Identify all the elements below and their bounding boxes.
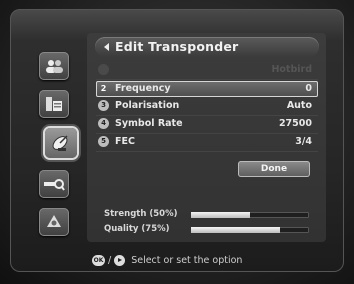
field-number: 2 [100, 84, 107, 93]
back-arrow-icon[interactable] [104, 43, 109, 51]
field-value[interactable]: Auto [287, 100, 312, 111]
field-label: Frequency [115, 83, 171, 94]
field-value: Hotbird [271, 64, 312, 75]
sidebar-item-settings[interactable] [39, 208, 69, 236]
edit-transponder-panel: Edit Transponder 1 Hotbird 2 Frequency 0… [87, 33, 326, 242]
done-button[interactable]: Done [238, 161, 310, 177]
field-row-satellite: 1 Hotbird [96, 62, 318, 78]
divider [96, 79, 318, 80]
sidebar-item-users[interactable] [39, 52, 69, 80]
help-bar: OK / Select or set the option [92, 253, 242, 267]
users-icon [46, 60, 63, 73]
help-text: Select or set the option [131, 254, 243, 266]
title-bar: Edit Transponder [95, 37, 319, 57]
field-row-symbol-rate[interactable]: 4 Symbol Rate 27500 [96, 116, 318, 132]
signal-strength-meter: Strength (50%) [104, 209, 314, 221]
field-label: Polarisation [115, 100, 180, 111]
field-number: 5 [98, 136, 109, 147]
page-title: Edit Transponder [115, 39, 239, 54]
strength-bar [191, 212, 309, 218]
quality-label: Quality (75%) [104, 224, 170, 234]
strength-label: Strength (50%) [104, 209, 178, 219]
tv-screen: Edit Transponder 1 Hotbird 2 Frequency 0… [0, 0, 354, 284]
help-separator: / [108, 254, 112, 266]
field-row-frequency[interactable]: 2 Frequency 0 [96, 81, 318, 97]
ok-key-icon: OK [92, 254, 105, 266]
sidebar-item-list[interactable] [39, 90, 69, 118]
signal-quality-meter: Quality (75%) [104, 224, 314, 236]
right-arrow-key-icon [114, 254, 126, 266]
key-search-icon [44, 179, 65, 191]
field-label: FEC [115, 136, 135, 147]
field-value[interactable]: 3/4 [295, 136, 312, 147]
quality-bar [191, 227, 309, 233]
field-value[interactable]: 27500 [279, 118, 312, 129]
satellite-dish-icon [52, 135, 68, 151]
sidebar-item-search[interactable] [39, 170, 69, 198]
field-number: 1 [98, 64, 109, 75]
field-value[interactable]: 0 [305, 83, 312, 94]
field-number: 4 [98, 118, 109, 129]
folder-list-icon [46, 97, 62, 111]
field-number: 3 [98, 100, 109, 111]
settings-icon [47, 215, 61, 227]
field-row-fec[interactable]: 5 FEC 3/4 [96, 134, 318, 150]
quality-bar-fill [191, 227, 280, 233]
strength-bar-fill [191, 212, 250, 218]
field-row-polarisation[interactable]: 3 Polarisation Auto [96, 98, 318, 114]
divider [96, 151, 318, 152]
sidebar-item-installation[interactable] [45, 128, 77, 158]
field-label: Symbol Rate [115, 118, 183, 129]
